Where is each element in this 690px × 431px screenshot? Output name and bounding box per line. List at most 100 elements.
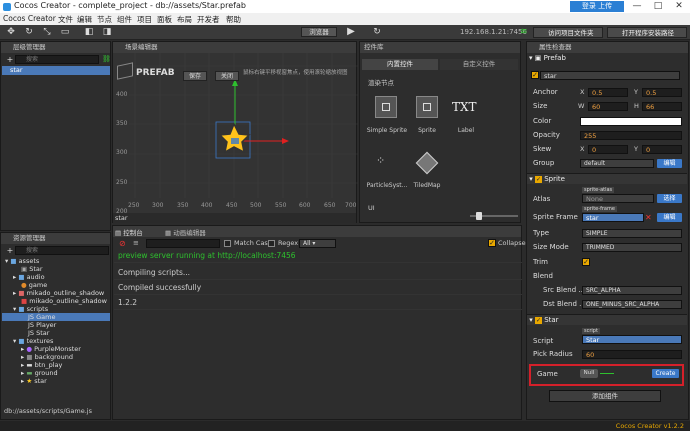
menu-layout[interactable]: 布局	[177, 14, 192, 25]
prefab-save-button[interactable]: 保存	[183, 71, 207, 81]
anchor-x-input[interactable]: 0.5	[588, 88, 628, 97]
log-filter-select[interactable]: All ▾	[299, 239, 336, 248]
group-select[interactable]: default	[580, 159, 654, 168]
menu-app[interactable]: Cocos Creator	[3, 14, 56, 23]
menu-component[interactable]: 组件	[117, 14, 132, 25]
size-h-input[interactable]: 66	[642, 102, 682, 111]
menu-edit[interactable]: 编辑	[77, 14, 92, 25]
opacity-input[interactable]: 255	[580, 131, 682, 140]
link-icon[interactable]: ⛓	[102, 55, 111, 63]
sprite-frame-edit-button[interactable]: 编辑	[657, 213, 682, 222]
asset-label: Player	[36, 321, 57, 329]
asset-folder-assets[interactable]: ▾ ■ assets	[5, 257, 39, 265]
sprite-section-header[interactable]: ▾ ✓ Sprite	[527, 173, 687, 184]
scale-tool-icon[interactable]: ⤡	[40, 26, 54, 38]
menu-project[interactable]: 项目	[137, 14, 152, 25]
tiledmap-icon[interactable]	[415, 151, 439, 175]
prefab-close-button[interactable]: 关闭	[215, 71, 239, 81]
atlas-field[interactable]: None	[582, 194, 654, 203]
anchor-y-input[interactable]: 0.5	[642, 88, 682, 97]
prefab-section-header[interactable]: ▾ ▣ Prefab	[529, 54, 566, 62]
skew-x-input[interactable]: 0	[588, 145, 628, 154]
asset-font-folder[interactable]: ▸ ■ mikado_outline_shadow	[13, 289, 104, 297]
particle-system-icon[interactable]: ⁘	[376, 154, 385, 167]
local-toggle-icon[interactable]: ◨	[100, 26, 114, 38]
hierarchy-search-input[interactable]: 搜索	[15, 55, 99, 64]
asset-font-file[interactable]: ■ mikado_outline_shadow	[21, 297, 107, 305]
maximize-icon[interactable]: □	[647, 0, 669, 13]
browser-select[interactable]: 浏览器	[301, 27, 337, 37]
x-axis-arrow-icon[interactable]	[282, 138, 289, 144]
tab-console[interactable]: ▤ 控制台	[115, 227, 143, 237]
src-blend-select[interactable]: SRC_ALPHA	[582, 286, 682, 295]
asset-star-prefab[interactable]: ▣ Star	[21, 265, 43, 273]
menu-panel[interactable]: 面板	[157, 14, 172, 25]
menu-file[interactable]: 文件	[58, 14, 73, 25]
atlas-type-tag: sprite-atlas	[582, 187, 615, 193]
asset-texture-star[interactable]: ▸ ★ star	[21, 377, 47, 385]
play-icon[interactable]: ▶	[344, 26, 358, 38]
pick-radius-input[interactable]: 60	[582, 350, 682, 359]
menu-developer[interactable]: 开发者	[197, 14, 220, 25]
atlas-select-button[interactable]: 选择	[657, 194, 682, 203]
version-label: Cocos Creator v1.2.2	[615, 422, 684, 430]
node-name-input[interactable]: star	[540, 71, 680, 80]
tab-custom-widgets[interactable]: 自定义控件	[440, 59, 518, 70]
asset-texture-ground[interactable]: ▸ ▬ ground	[21, 369, 58, 377]
asset-script-player[interactable]: JS Player	[28, 321, 56, 329]
sprite-frame-field[interactable]: star	[582, 213, 644, 222]
add-component-button[interactable]: 添加组件	[549, 390, 661, 402]
skew-y-input[interactable]: 0	[642, 145, 682, 154]
clear-icon[interactable]: ⊘	[119, 239, 126, 248]
trim-checkbox[interactable]: ✓	[582, 258, 590, 266]
login-button[interactable]: 登录 上传	[570, 1, 624, 12]
menu-node[interactable]: 节点	[97, 14, 112, 25]
script-field[interactable]: Star	[582, 335, 682, 344]
zoom-slider-handle[interactable]	[476, 212, 482, 220]
size-mode-select[interactable]: TRIMMED	[582, 243, 682, 252]
menu-help[interactable]: 帮助	[226, 14, 241, 25]
asset-game-scene[interactable]: ● game	[21, 281, 47, 289]
game-value-badge[interactable]: Null	[580, 369, 598, 378]
tab-builtin-widgets[interactable]: 内置控件	[362, 59, 438, 70]
refresh-icon[interactable]: ↻	[370, 26, 384, 38]
label-widget-icon[interactable]: TXT	[452, 100, 477, 114]
asset-folder-textures[interactable]: ▾ ■ textures	[13, 337, 53, 345]
collapse-checkbox[interactable]: ✓	[488, 239, 496, 247]
group-edit-button[interactable]: 编辑	[657, 159, 682, 168]
color-swatch[interactable]	[580, 117, 682, 126]
assets-search-input[interactable]: 搜索	[15, 246, 109, 255]
size-w-input[interactable]: 60	[588, 102, 628, 111]
hierarchy-root-item[interactable]: star	[2, 66, 110, 75]
asset-script-star[interactable]: JS Star	[28, 329, 49, 337]
asset-texture-btn-play[interactable]: ▸ ▬ btn_play	[21, 361, 62, 369]
open-project-folder-button[interactable]: 访问项目文件夹	[533, 27, 603, 38]
game-create-button[interactable]: Create	[652, 369, 679, 378]
move-tool-icon[interactable]: ✥	[4, 26, 18, 38]
type-select[interactable]: SIMPLE	[582, 229, 682, 238]
rotate-tool-icon[interactable]: ↻	[22, 26, 36, 38]
log-level-icon[interactable]: ≡	[133, 239, 139, 247]
asset-folder-scripts[interactable]: ▾ ■ scripts	[13, 305, 48, 313]
star-section-header[interactable]: ▾ ✓ Star	[527, 314, 687, 325]
console-filter-input[interactable]	[146, 239, 220, 248]
open-install-path-button[interactable]: 打开程序安装路径	[607, 27, 687, 38]
regex-checkbox[interactable]	[268, 240, 275, 247]
node-active-checkbox[interactable]: ✓	[531, 71, 539, 79]
tab-animation[interactable]: ▦ 动画编辑器	[165, 227, 206, 237]
asset-folder-audio[interactable]: ▸ ■ audio	[13, 273, 45, 281]
match-case-checkbox[interactable]	[224, 240, 231, 247]
simple-sprite-icon[interactable]	[375, 96, 397, 118]
minimize-icon[interactable]: —	[626, 0, 648, 13]
node-pivot	[231, 138, 239, 144]
pivot-toggle-icon[interactable]: ◧	[82, 26, 96, 38]
dst-blend-select[interactable]: ONE_MINUS_SRC_ALPHA	[582, 300, 682, 309]
asset-texture-purplemonster[interactable]: ▸ ● PurpleMonster	[21, 345, 81, 353]
rect-tool-icon[interactable]: ▭	[58, 26, 72, 38]
clear-sprite-frame-icon[interactable]: ✕	[645, 213, 652, 222]
sprite-icon[interactable]	[416, 96, 438, 118]
asset-script-game[interactable]: JS Game	[2, 313, 110, 321]
tab-animation-label: 动画编辑器	[173, 229, 206, 237]
asset-texture-background[interactable]: ▸ ■ background	[21, 353, 73, 361]
close-icon[interactable]: ✕	[668, 0, 690, 13]
